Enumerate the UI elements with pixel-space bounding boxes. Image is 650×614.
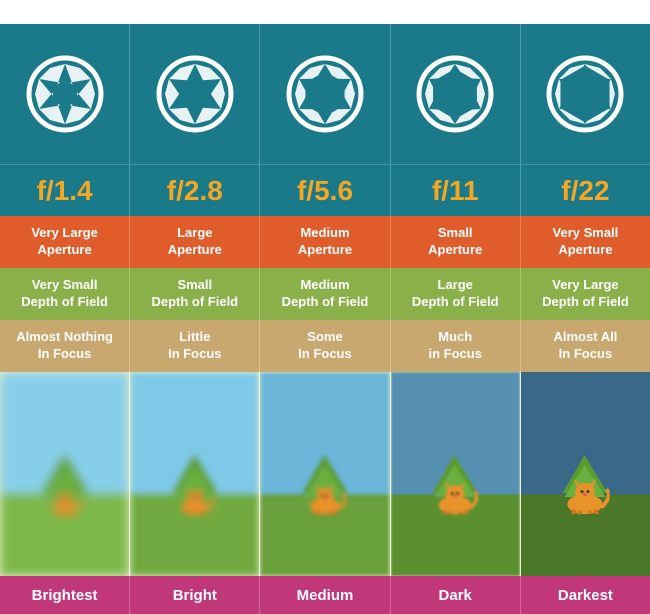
aperture-cell-4: Very SmallAperture [521, 216, 650, 268]
aperture-label: LargeAperture [168, 225, 222, 259]
icon-cell-2 [260, 24, 390, 164]
brightness-cell-0: Brightest [0, 576, 130, 614]
row-focus: Almost NothingIn Focus LittleIn Focus Some… [0, 320, 650, 372]
dof-cell-4: Very LargeDepth of Field [521, 268, 650, 320]
row-icons [0, 24, 650, 164]
fstop-value: f/1.4 [37, 175, 93, 207]
fstop-cell-3: f/11 [391, 165, 521, 216]
focus-cell-0: Almost NothingIn Focus [0, 320, 130, 372]
focus-cell-1: LittleIn Focus [130, 320, 260, 372]
aperture-label: Very SmallAperture [553, 225, 619, 259]
icon-cell-0 [0, 24, 130, 164]
illustration-cell-0 [0, 372, 130, 576]
focus-label: Almost AllIn Focus [554, 329, 618, 363]
dof-cell-3: LargeDepth of Field [391, 268, 521, 320]
focus-label: LittleIn Focus [168, 329, 221, 363]
row-dof: Very SmallDepth of Field SmallDepth of Fi… [0, 268, 650, 320]
brightness-label: Bright [173, 587, 217, 604]
aperture-label: SmallAperture [428, 225, 482, 259]
row-aperture: Very LargeAperture LargeAperture MediumApe… [0, 216, 650, 268]
brightness-label: Brightest [32, 587, 98, 604]
fstop-cell-4: f/22 [521, 165, 650, 216]
icon-cell-4 [521, 24, 650, 164]
dof-label: MediumDepth of Field [282, 277, 369, 311]
focus-label: Muchin Focus [428, 329, 481, 363]
illustration-cell-2 [260, 372, 390, 576]
brightness-label: Medium [297, 587, 354, 604]
aperture-label: Very LargeAperture [31, 225, 98, 259]
fstop-value: f/2.8 [167, 175, 223, 207]
aperture-cell-1: LargeAperture [130, 216, 260, 268]
focus-cell-2: SomeIn Focus [260, 320, 390, 372]
dof-label: SmallDepth of Field [151, 277, 238, 311]
brightness-label: Darkest [558, 587, 613, 604]
focus-label: Almost NothingIn Focus [16, 329, 113, 363]
fstop-value: f/22 [561, 175, 609, 207]
illustration-cell-1 [130, 372, 260, 576]
dof-cell-2: MediumDepth of Field [260, 268, 390, 320]
dof-label: Very LargeDepth of Field [542, 277, 629, 311]
brightness-cell-1: Bright [130, 576, 260, 614]
fstop-value: f/5.6 [297, 175, 353, 207]
aperture-cell-3: SmallAperture [391, 216, 521, 268]
brightness-cell-3: Dark [391, 576, 521, 614]
fstop-value: f/11 [432, 175, 479, 207]
focus-label: SomeIn Focus [298, 329, 351, 363]
illustration-cell-3 [391, 372, 521, 576]
dof-cell-1: SmallDepth of Field [130, 268, 260, 320]
focus-cell-3: Muchin Focus [391, 320, 521, 372]
dof-cell-0: Very SmallDepth of Field [0, 268, 130, 320]
row-brightness: Brightest Bright Medium Dark Darkest [0, 576, 650, 614]
aperture-cell-2: MediumAperture [260, 216, 390, 268]
aperture-cell-0: Very LargeAperture [0, 216, 130, 268]
title-bar [0, 0, 650, 24]
row-fstop: f/1.4 f/2.8 f/5.6 f/11 f/22 [0, 164, 650, 216]
icon-cell-3 [391, 24, 521, 164]
fstop-cell-0: f/1.4 [0, 165, 130, 216]
icon-cell-1 [130, 24, 260, 164]
grid-area: f/1.4 f/2.8 f/5.6 f/11 f/22 Very LargeApertu… [0, 24, 650, 614]
brightness-label: Dark [439, 587, 472, 604]
brightness-cell-2: Medium [260, 576, 390, 614]
fstop-cell-2: f/5.6 [260, 165, 390, 216]
row-illustration [0, 372, 650, 576]
aperture-label: MediumAperture [298, 225, 352, 259]
dof-label: LargeDepth of Field [412, 277, 499, 311]
focus-cell-4: Almost AllIn Focus [521, 320, 650, 372]
brightness-cell-4: Darkest [521, 576, 650, 614]
dof-label: Very SmallDepth of Field [21, 277, 108, 311]
fstop-cell-1: f/2.8 [130, 165, 260, 216]
chart-wrapper: f/1.4 f/2.8 f/5.6 f/11 f/22 Very LargeApertu… [0, 0, 650, 614]
illustration-cell-4 [521, 372, 650, 576]
